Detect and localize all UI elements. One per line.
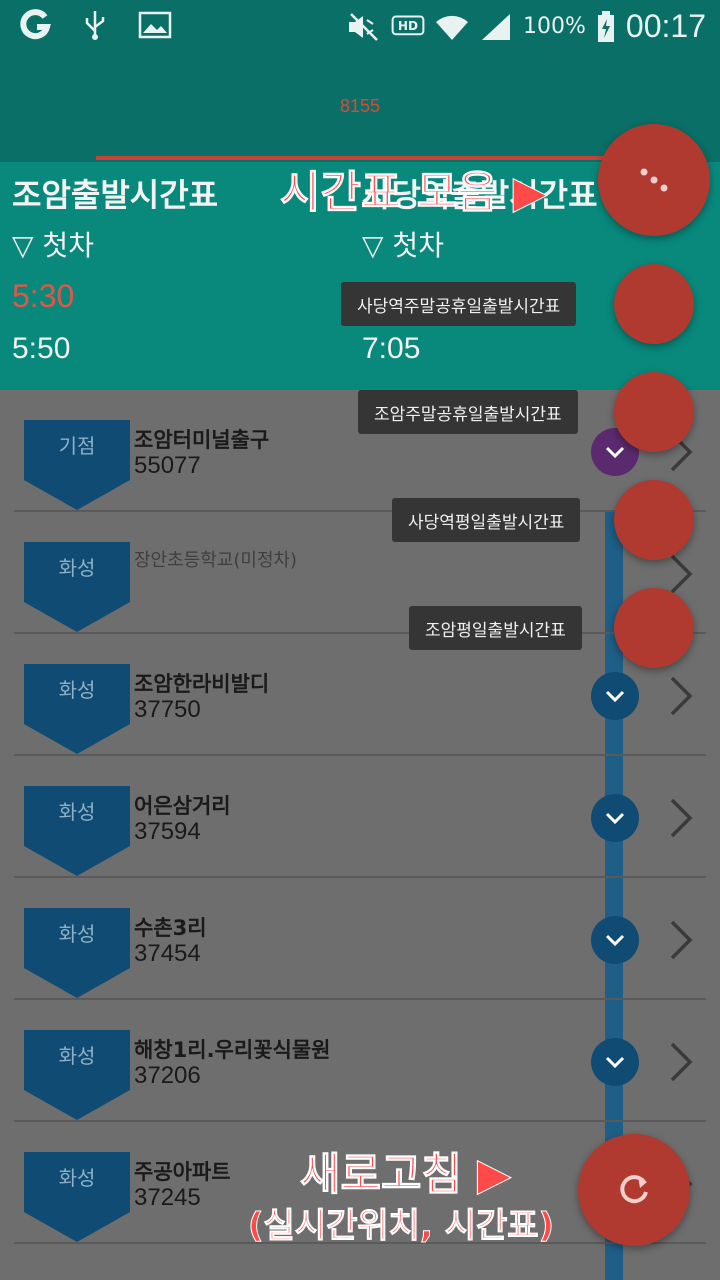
annotation-timetable-collection: 시간표 모음 ▶ xyxy=(280,167,548,219)
battery-percent: 100% xyxy=(523,14,586,39)
chevron-right-icon[interactable] xyxy=(666,552,696,596)
timetable-left-title: 조암출발시간표 xyxy=(12,176,219,214)
hd-icon: HD xyxy=(391,10,425,44)
dots-icon xyxy=(640,168,668,192)
signal-icon xyxy=(479,10,513,44)
region-badge: 화성 xyxy=(24,1152,130,1242)
expand-button[interactable] xyxy=(591,794,639,842)
list-item[interactable]: 화성 장안초등학교(미정차) xyxy=(14,512,706,634)
chevron-down-icon xyxy=(605,690,625,703)
wifi-icon xyxy=(435,10,469,44)
chevron-right-icon[interactable] xyxy=(666,796,696,840)
stop-id: 55077 xyxy=(134,452,201,479)
expand-button[interactable] xyxy=(591,672,639,720)
fab-label-joam-weekday[interactable]: 조암평일출발시간표 xyxy=(409,606,582,650)
region-badge: 화성 xyxy=(24,1030,130,1120)
stop-name: 장안초등학교(미정차) xyxy=(134,550,298,571)
stop-id: 37594 xyxy=(134,818,201,845)
stop-id: 37454 xyxy=(134,940,201,967)
annotation-refresh: 새로고침 ▶ xyxy=(299,1149,512,1201)
refresh-icon xyxy=(620,1175,648,1204)
stop-id: 37245 xyxy=(134,1184,201,1211)
fab-label-sadang-weekend[interactable]: 사당역주말공휴일출발시간표 xyxy=(341,282,577,326)
stop-name: 해창1리.우리꽃식물원 xyxy=(134,1038,331,1062)
refresh-button[interactable] xyxy=(578,1134,690,1246)
stop-name: 조암한라비발디 xyxy=(134,672,270,696)
first-bus-label: ▽ 첫차 xyxy=(362,229,444,262)
route-number: 8155 xyxy=(339,96,381,116)
stop-id: 37750 xyxy=(134,696,201,723)
image-icon xyxy=(138,8,172,42)
second-bus-time: 7:05 xyxy=(362,332,421,365)
expand-button[interactable] xyxy=(591,916,639,964)
fab-sadang-weekday-button[interactable] xyxy=(614,480,694,560)
list-item[interactable]: 화성 조암한라비발디 37750 xyxy=(14,634,706,756)
expand-button[interactable] xyxy=(591,1038,639,1086)
first-bus-label: ▽ 첫차 xyxy=(12,229,94,262)
fab-sadang-weekend-button[interactable] xyxy=(614,264,694,344)
status-bar: HD 100% 00:17 xyxy=(0,0,720,52)
region-badge: 화성 xyxy=(24,664,130,754)
chevron-down-icon xyxy=(605,446,625,459)
list-item[interactable]: 화성 어은삼거리 37594 xyxy=(14,756,706,878)
chevron-right-icon[interactable] xyxy=(666,674,696,718)
chevron-down-icon xyxy=(605,1056,625,1069)
region-badge: 화성 xyxy=(24,786,130,876)
usb-icon xyxy=(78,8,112,42)
stop-name: 주공아파트 xyxy=(134,1160,231,1184)
mute-icon xyxy=(347,10,381,44)
second-bus-time: 5:50 xyxy=(12,332,71,365)
region-badge: 화성 xyxy=(24,542,130,632)
fab-label-sadang-weekday[interactable]: 사당역평일출발시간표 xyxy=(392,498,581,542)
chevron-down-icon xyxy=(605,934,625,947)
timetable-menu-button[interactable] xyxy=(598,124,710,236)
chevron-right-icon[interactable] xyxy=(666,1040,696,1084)
chevron-down-icon xyxy=(605,812,625,825)
list-item[interactable]: 화성 해창1리.우리꽃식물원 37206 xyxy=(14,1000,706,1122)
first-bus-time: 5:30 xyxy=(12,278,75,314)
fab-joam-weekday-button[interactable] xyxy=(614,588,694,668)
stop-name: 어은삼거리 xyxy=(134,794,231,818)
region-badge: 기점 xyxy=(24,420,130,510)
stop-id: 37206 xyxy=(134,1062,201,1089)
clock: 00:17 xyxy=(625,8,706,44)
fab-label-joam-weekend[interactable]: 조암주말공휴일출발시간표 xyxy=(358,390,578,434)
stop-name: 수촌3리 xyxy=(134,916,207,940)
g-app-icon xyxy=(18,8,52,42)
annotation-refresh-detail: (실시간위치, 시간표) xyxy=(247,1206,555,1247)
stop-name: 조암터미널출구 xyxy=(134,428,270,452)
chevron-right-icon[interactable] xyxy=(666,918,696,962)
region-badge: 화성 xyxy=(24,908,130,998)
fab-joam-weekend-button[interactable] xyxy=(614,372,694,452)
svg-text:HD: HD xyxy=(398,19,418,33)
list-item[interactable]: 화성 수촌3리 37454 xyxy=(14,878,706,1000)
battery-icon xyxy=(596,10,616,44)
